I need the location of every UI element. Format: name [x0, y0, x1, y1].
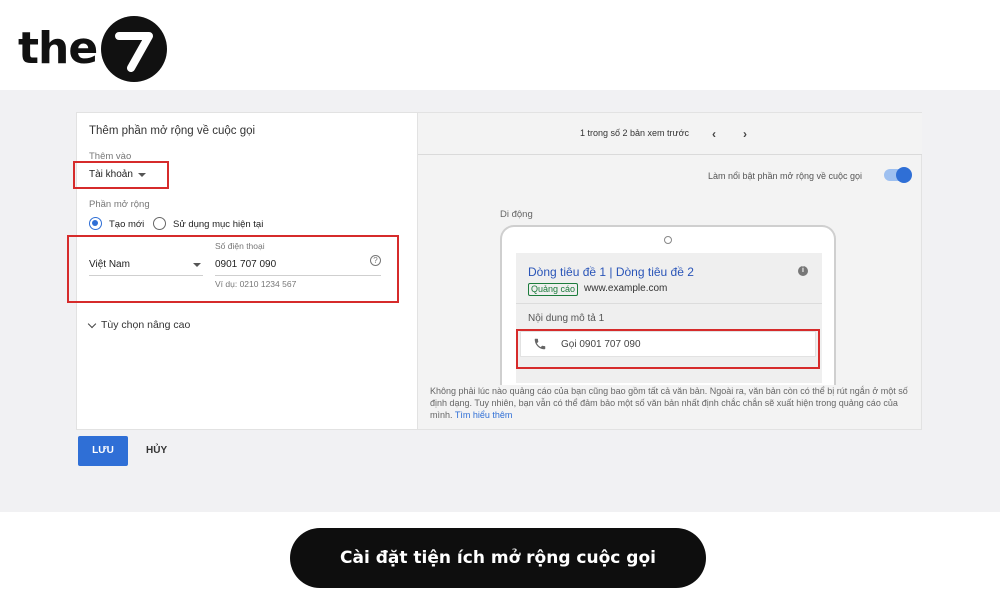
logo-seven-badge: [101, 16, 168, 82]
ad-description: Nội dung mô tả 1: [528, 313, 605, 324]
add-to-dropdown[interactable]: Tài khoản: [89, 169, 146, 180]
advanced-options-toggle[interactable]: Tùy chọn nâng cao: [87, 319, 191, 331]
highlight-box-call: [516, 329, 820, 369]
advanced-options-label: Tùy chọn nâng cao: [101, 319, 191, 331]
caret-down-icon: [137, 172, 146, 177]
info-icon[interactable]: i: [798, 266, 808, 276]
highlight-toggle-label: Làm nổi bật phần mở rộng về cuộc gọi: [708, 171, 862, 181]
seven-icon: [115, 32, 154, 72]
page: the Thêm phần mở rộng về cuộc gọi Thêm v…: [0, 0, 1000, 600]
caret-down-icon: [193, 262, 201, 267]
prev-arrow-icon[interactable]: ‹: [712, 127, 716, 141]
extension-label: Phần mở rộng: [89, 199, 150, 210]
camera-icon: [664, 236, 672, 244]
preview-pager: 1 trong số 2 bản xem trước ‹ ›: [418, 113, 922, 155]
logo-text: the: [18, 23, 98, 74]
help-icon[interactable]: ?: [370, 255, 381, 266]
cancel-button[interactable]: HỦY: [146, 445, 167, 456]
phone-underline: [215, 275, 381, 276]
phone-value: 0901 707 090: [215, 259, 277, 270]
screenshot-stage: Thêm phần mở rộng về cuộc gọi Thêm vào T…: [0, 90, 1000, 512]
learn-more-link[interactable]: Tìm hiểu thêm: [455, 410, 513, 420]
country-dropdown[interactable]: Việt Nam: [89, 259, 201, 270]
preview-note: Không phải lúc nào quảng cáo của bạn cũn…: [430, 385, 914, 421]
form-title: Thêm phần mở rộng về cuộc gọi: [89, 125, 256, 137]
radio-use-existing-label: Sử dụng mục hiện tại: [173, 219, 264, 230]
radio-use-existing[interactable]: [153, 217, 166, 230]
ad-divider: [516, 303, 822, 304]
save-button[interactable]: LƯU: [78, 436, 128, 466]
caption-banner: Cài đặt tiện ích mở rộng cuộc gọi: [290, 528, 706, 588]
radio-create-new[interactable]: [89, 217, 102, 230]
ad-badge: Quảng cáo: [528, 283, 579, 296]
highlight-toggle[interactable]: [884, 167, 912, 183]
country-underline: [89, 275, 203, 276]
phone-input[interactable]: 0901 707 090: [215, 259, 276, 270]
ad-title[interactable]: Dòng tiêu đề 1 | Dòng tiêu đề 2: [528, 265, 694, 279]
brand-logo: the: [18, 14, 168, 84]
call-extension-form: Thêm phần mở rộng về cuộc gọi Thêm vào T…: [67, 112, 418, 430]
country-value: Việt Nam: [89, 259, 130, 270]
ad-preview-panel: 1 trong số 2 bản xem trước ‹ › Làm nổi b…: [418, 112, 922, 430]
phone-label: Số điện thoại: [215, 241, 265, 251]
radio-create-new-label: Tạo mới: [109, 219, 145, 230]
phone-example: Ví dụ: 0210 1234 567: [215, 279, 297, 289]
device-label: Di động: [500, 209, 533, 220]
add-to-value: Tài khoản: [89, 169, 133, 180]
chevron-down-icon: [87, 319, 97, 328]
next-arrow-icon[interactable]: ›: [743, 127, 747, 141]
pager-text: 1 trong số 2 bản xem trước: [580, 128, 689, 138]
ad-url: www.example.com: [584, 283, 668, 294]
